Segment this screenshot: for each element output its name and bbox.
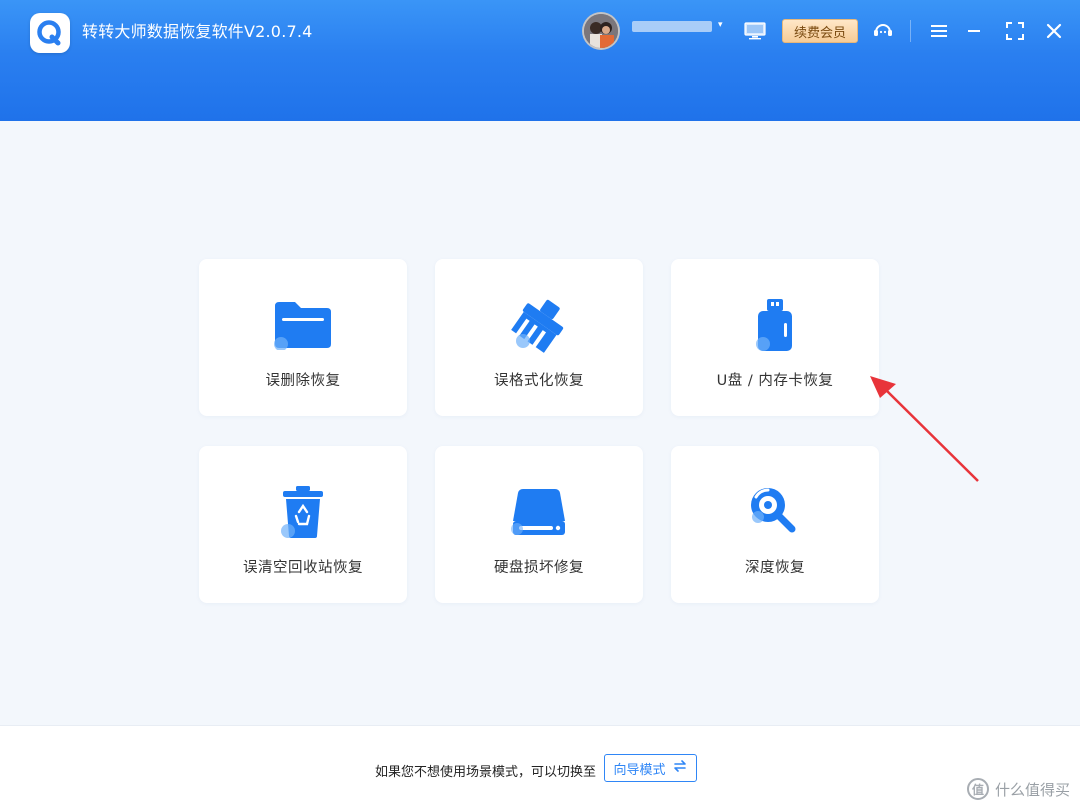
username-field[interactable] [632, 21, 712, 32]
title-bar: 转转大师数据恢复软件V2.0.7.4 ▾ 续费会员 [0, 0, 1080, 121]
watermark-logo-icon: 值 [966, 778, 989, 800]
mode-card-deleted-recovery[interactable]: 误删除恢复 [199, 259, 407, 416]
close-icon[interactable] [1044, 21, 1064, 41]
switch-arrows-icon [672, 759, 688, 777]
mode-card-format-recovery[interactable]: 误格式化恢复 [435, 259, 643, 416]
menu-icon[interactable] [928, 21, 950, 41]
minimize-icon[interactable] [964, 21, 984, 41]
guide-mode-button[interactable]: 向导模式 [604, 754, 697, 782]
watermark: 值 什么值得买 [966, 778, 1070, 800]
mode-card-recycle-bin-recovery[interactable]: 误清空回收站恢复 [199, 446, 407, 603]
mode-card-deep-recovery[interactable]: 深度恢复 [671, 446, 879, 603]
mode-label: 误格式化恢复 [494, 373, 584, 389]
mode-label: 深度恢复 [745, 560, 805, 576]
user-dropdown-icon[interactable]: ▾ [718, 18, 723, 32]
renew-vip-button[interactable]: 续费会员 [782, 19, 858, 43]
watermark-text: 什么值得买 [994, 780, 1070, 799]
mode-label: 硬盘损坏修复 [494, 560, 584, 576]
customer-service-icon[interactable] [870, 19, 896, 43]
user-avatar[interactable] [582, 12, 620, 50]
deep-scan-icon [745, 482, 805, 542]
monitor-icon[interactable] [742, 20, 768, 42]
app-title: 转转大师数据恢复软件V2.0.7.4 [82, 22, 313, 41]
app-logo-icon [30, 13, 70, 53]
header-divider [910, 20, 911, 42]
mode-label: 误清空回收站恢复 [243, 560, 363, 576]
mode-switch-hint: 如果您不想使用场景模式，可以切换至 [375, 765, 597, 780]
mode-card-usb-recovery[interactable]: U盘 / 内存卡恢复 [671, 259, 879, 416]
hard-disk-icon [509, 482, 569, 542]
fullscreen-icon[interactable] [1004, 21, 1026, 41]
recycle-bin-icon [273, 482, 333, 542]
guide-mode-label: 向导模式 [613, 762, 666, 778]
mode-label: 误删除恢复 [265, 373, 341, 389]
brush-icon [509, 295, 569, 355]
mode-card-disk-repair[interactable]: 硬盘损坏修复 [435, 446, 643, 603]
footer-bar: 如果您不想使用场景模式，可以切换至 向导模式 值 什么值得买 [0, 725, 1080, 810]
mode-label: U盘 / 内存卡恢复 [716, 373, 834, 389]
usb-drive-icon [745, 295, 805, 355]
folder-icon [273, 295, 333, 355]
